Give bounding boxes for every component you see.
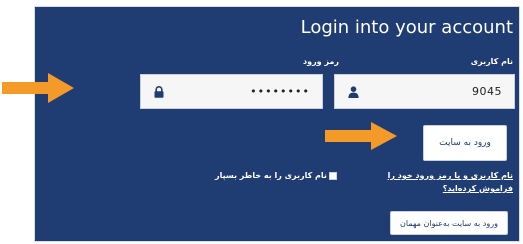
orange-arrow-icon	[2, 73, 74, 103]
remember-me-checkbox[interactable]	[328, 171, 337, 180]
username-label: نام کاربری	[470, 57, 513, 66]
password-input[interactable]: ••••••••	[140, 74, 323, 109]
orange-arrow-icon	[325, 122, 397, 150]
remember-me-label: نام کاربری را به خاطر بسپار	[215, 171, 327, 180]
password-value: ••••••••	[250, 85, 310, 98]
user-icon	[347, 85, 359, 98]
username-value: 9045	[472, 85, 502, 98]
remember-me[interactable]: نام کاربری را به خاطر بسپار	[215, 171, 337, 180]
forgot-password-link[interactable]: نام کاربری و یا رمز ورود خود را فراموش ک…	[359, 169, 513, 195]
panel-title: Login into your account	[300, 17, 513, 38]
username-input[interactable]: 9045	[334, 74, 515, 109]
guest-login-button[interactable]: ورود به سایت به‌عنوان مهمان	[390, 211, 508, 235]
login-button[interactable]: ورود به سایت	[423, 125, 507, 161]
password-label: رمز ورود	[303, 57, 339, 66]
lock-icon	[153, 85, 165, 98]
login-panel: Login into your account نام کاربری رمز و…	[34, 6, 520, 242]
